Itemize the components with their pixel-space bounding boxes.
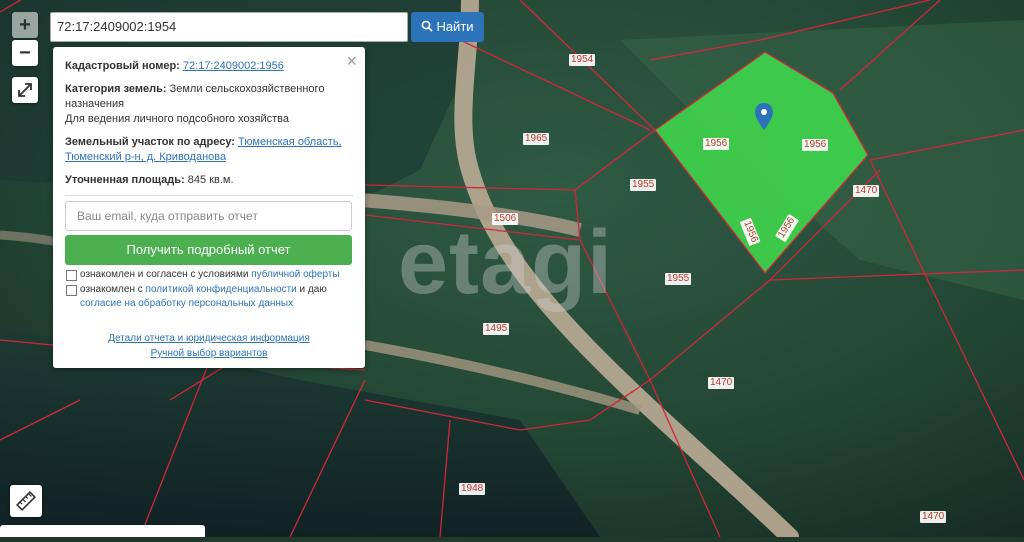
manual-selection-link[interactable]: Ручной выбор вариантов: [53, 348, 365, 359]
privacy-consent-text: ознакомлен с политикой конфиденциальност…: [80, 283, 355, 311]
privacy-consent-checkbox[interactable]: [66, 285, 77, 296]
cadastral-row: Кадастровый номер: 72:17:2409002:1956: [65, 59, 350, 74]
fullscreen-button[interactable]: [12, 77, 38, 103]
cadastral-number-link[interactable]: 72:17:2409002:1956: [183, 60, 284, 72]
plot-label: 1470: [708, 377, 735, 389]
area-label: Уточненная площадь:: [65, 174, 185, 186]
plot-label: 1470: [853, 185, 880, 197]
plot-label: 1956: [703, 138, 730, 150]
usage-text: Для ведения личного подсобного хозяйства: [65, 113, 289, 125]
plot-label: 1954: [569, 54, 596, 66]
email-field[interactable]: Ваш email, куда отправить отчет: [65, 201, 352, 231]
plot-label: 1506: [492, 213, 519, 225]
address-link-locality[interactable]: Тюменский р-н, д. Криводанова: [65, 151, 226, 163]
search-button[interactable]: Найти: [411, 12, 484, 42]
area-row: Уточненная площадь: 845 кв.м.: [65, 173, 350, 188]
plot-label: 1965: [523, 133, 550, 145]
search-icon: [422, 20, 434, 32]
measure-button[interactable]: [10, 485, 42, 517]
category-label: Категория земель:: [65, 83, 167, 95]
watermark: etagi: [398, 213, 614, 313]
privacy-policy-link[interactable]: политикой конфиденциальности: [146, 284, 297, 295]
public-offer-link[interactable]: публичной оферты: [251, 269, 339, 280]
plot-info-popup: × Кадастровый номер: 72:17:2409002:1956 …: [53, 47, 365, 368]
search-input[interactable]: 72:17:2409002:1954: [50, 12, 408, 42]
privacy-consent-label: ознакомлен с: [80, 284, 146, 295]
offer-consent-text: ознакомлен и согласен с условиями публич…: [80, 268, 355, 282]
personal-data-consent-link[interactable]: согласие на обработку персональных данны…: [80, 298, 293, 309]
area-value: 845 кв.м.: [187, 174, 234, 186]
search-button-label: Найти: [436, 19, 474, 34]
offer-consent-label: ознакомлен и согласен с условиями: [80, 269, 252, 280]
zoom-out-button[interactable]: −: [12, 40, 38, 66]
offer-consent-checkbox[interactable]: [66, 270, 77, 281]
plot-label: 1955: [665, 273, 692, 285]
plot-label: 1495: [483, 323, 510, 335]
report-details-link[interactable]: Детали отчета и юридическая информация: [53, 333, 365, 344]
plot-label: 1948: [459, 483, 486, 495]
plot-label: 1956: [802, 139, 829, 151]
address-row: Земельный участок по адресу: Тюменская о…: [65, 135, 350, 165]
bottom-panel: [0, 525, 205, 537]
ruler-icon: [16, 491, 36, 511]
address-label: Земельный участок по адресу:: [65, 136, 235, 148]
plot-label: 1955: [630, 179, 657, 191]
cadastral-label: Кадастровый номер:: [65, 60, 180, 72]
expand-icon: [18, 83, 32, 97]
address-link-region[interactable]: Тюменская область,: [238, 136, 342, 148]
category-row: Категория земель: Земли сельскохозяйстве…: [65, 82, 350, 112]
get-report-button[interactable]: Получить подробный отчет: [65, 235, 352, 265]
zoom-in-button[interactable]: +: [12, 12, 38, 38]
plot-label: 1470: [920, 511, 947, 523]
divider: [65, 195, 353, 196]
privacy-consent-mid: и даю: [296, 284, 327, 295]
